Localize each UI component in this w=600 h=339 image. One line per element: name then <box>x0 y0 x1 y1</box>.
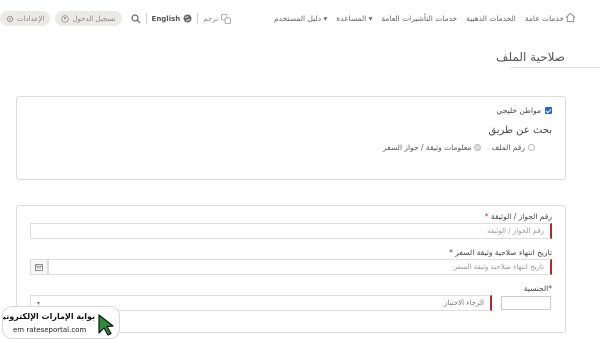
expiry-date-input[interactable]: تاريخ انتهاء صلاحية وثيقة السفر <box>48 259 552 275</box>
divider <box>145 13 147 24</box>
radio-label: رقم الملف <box>491 143 525 152</box>
main-nav: خدمات عامة الخدمات الذهبية خدمات التأشير… <box>274 14 564 23</box>
search-icon[interactable] <box>130 13 141 24</box>
portal-watermark-logo: بوابة الإمارات الإلكترونية em rateseport… <box>2 306 120 339</box>
top-bar: خدمات عامة الخدمات الذهبية خدمات التأشير… <box>0 0 600 38</box>
nav-visa-services[interactable]: خدمات التأشيرات العامة <box>381 14 457 23</box>
radio-label: معلومات وثيقة / جواز السفر <box>383 143 472 152</box>
gcc-citizen-checkbox[interactable]: مواطن خليجي <box>496 106 552 115</box>
globe-icon <box>183 14 192 23</box>
gear-icon <box>6 15 14 22</box>
passport-number-label: * رقم الجواز / الوثيقة <box>484 212 552 221</box>
nationality-selected-value: الرجاء الاختيار <box>444 299 484 307</box>
watermark-english-text: em rateseportal.com <box>13 326 87 334</box>
cursor-icon <box>98 314 114 336</box>
page-title: صلاحية الملف <box>496 50 565 64</box>
search-by-heading: بحث عن طريق <box>488 125 552 136</box>
passport-number-input[interactable]: رقم الجواز / الوثيقة <box>30 223 552 239</box>
nav-general-services[interactable]: خدمات عامة <box>525 14 564 23</box>
settings-button[interactable]: الإعدادات <box>0 11 51 26</box>
expiry-date-label: * تاريخ انتهاء صلاحية وثيقة السفر <box>449 248 552 257</box>
nav-help[interactable]: المساعدة ▾ <box>336 14 372 23</box>
language-switch[interactable]: English <box>152 14 193 23</box>
calendar-icon <box>35 264 43 271</box>
divider <box>197 13 199 24</box>
nationality-code-input[interactable] <box>501 296 551 310</box>
user-icon <box>61 14 70 23</box>
nav-golden-services[interactable]: الخدمات الذهبية <box>466 14 516 23</box>
login-label: تسجيل الدخول <box>72 14 116 23</box>
radio-passport-info[interactable]: معلومات وثيقة / جواز السفر <box>383 143 482 152</box>
radio-button[interactable] <box>528 144 535 151</box>
calendar-button[interactable] <box>30 259 48 275</box>
search-panel: مواطن خليجي بحث عن طريق رقم الملف معلوما… <box>16 96 566 180</box>
translate-icon <box>221 13 231 24</box>
watermark-arabic-text: بوابة الإمارات الإلكترونية <box>2 312 95 321</box>
home-icon[interactable] <box>565 12 576 23</box>
search-type-options: رقم الملف معلومات وثيقة / جواز السفر <box>383 143 535 152</box>
nationality-label: الجنسية* <box>523 284 552 293</box>
header-tools: الإعدادات تسجيل الدخول English ترجم <box>0 11 231 26</box>
gcc-citizen-label: مواطن خليجي <box>496 106 541 115</box>
passport-number-placeholder: رقم الجواز / الوثيقة <box>486 227 544 235</box>
login-button[interactable]: تسجيل الدخول <box>55 11 122 26</box>
translate-button[interactable]: ترجم <box>203 13 231 24</box>
nav-user-guide[interactable]: دليل المستخدم ▾ <box>274 14 327 23</box>
expiry-date-placeholder: تاريخ انتهاء صلاحية وثيقة السفر <box>453 263 544 271</box>
language-label: English <box>151 14 181 23</box>
title-divider <box>510 67 600 68</box>
translate-label: ترجم <box>203 14 219 23</box>
radio-button[interactable] <box>474 144 482 151</box>
checkbox-icon[interactable] <box>545 107 552 114</box>
radio-file-number[interactable]: رقم الملف <box>491 143 535 152</box>
settings-label: الإعدادات <box>17 14 45 23</box>
